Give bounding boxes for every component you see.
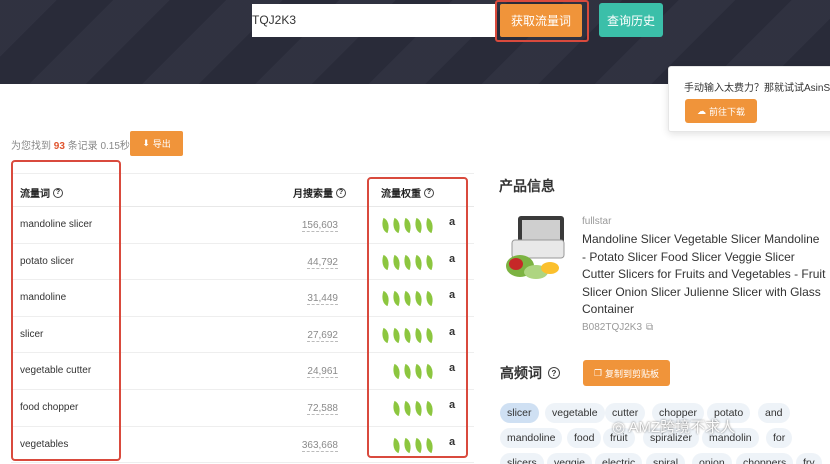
highlight-box-weight [367,177,468,458]
search-volume-cell[interactable]: 27,692 [307,330,338,342]
keyword-tag[interactable]: vegetable [545,403,605,423]
help-icon[interactable]: ? [548,367,560,379]
asin-search-input[interactable]: TQJ2K3 [252,4,496,37]
header-volume: 月搜索量 ? [293,185,346,200]
header-volume-label: 月搜索量 [293,189,333,200]
search-volume-cell[interactable]: 31,449 [307,293,338,306]
product-asin[interactable]: B082TQJ2K3 ⧉ [582,322,653,333]
search-volume-cell[interactable]: 156,603 [301,220,338,232]
keyword-tag[interactable]: onion [692,453,732,464]
watermark-text: AMZ跨境不求人 [628,419,736,436]
keyword-tag[interactable]: choppers [736,453,794,464]
highlight-box-keywords [11,160,121,461]
asin-text: B082TQJ2K3 [582,322,643,333]
promo-card: 手动输入太费力？那就试试AsinSee ☁ 前往下载 [668,66,830,132]
keyword-tag[interactable]: and [758,403,790,423]
query-history-button[interactable]: 查询历史 [599,3,663,37]
product-brand: fullstar [582,216,612,227]
product-section-title: 产品信息 [499,178,555,194]
download-icon: ⬇ [142,138,150,148]
export-button[interactable]: ⬇ 导出 [130,131,183,156]
keyword-tag[interactable]: electric [595,453,643,464]
keyword-tag[interactable]: fry [796,453,822,464]
search-volume-cell[interactable]: 24,961 [307,366,338,379]
download-button-label: 前往下载 [708,106,745,117]
promo-text: 手动输入太费力？那就试试AsinSee [684,83,830,94]
keyword-tag[interactable]: for [766,428,793,448]
copy-icon: ❐ [593,367,603,378]
wechat-icon: ◎ [612,419,626,436]
keyword-tag[interactable]: slicer [500,403,539,423]
keyword-tag[interactable]: veggie [547,453,592,464]
external-link-icon[interactable]: ⧉ [646,322,653,333]
search-volume-cell[interactable]: 44,792 [307,257,338,269]
keyword-tag[interactable]: slicers [500,453,544,464]
stats-prefix: 为您找到 [11,141,51,152]
download-button[interactable]: ☁ 前往下载 [685,99,757,123]
product-image [506,216,565,279]
stats-suffix: 条记录 0.15秒 [67,141,130,152]
keyword-tag[interactable]: food [567,428,602,448]
copy-button-label: 复制到剪贴板 [605,368,660,379]
keyword-tag[interactable]: spiral [646,453,686,464]
keyword-tag[interactable]: mandoline [500,428,563,448]
search-volume-cell[interactable]: 363,668 [301,440,338,452]
cloud-download-icon: ☁ [696,105,706,116]
search-volume-cell[interactable]: 72,588 [307,403,338,415]
high-frequency-label: 高频词 [500,365,542,381]
page: TQJ2K3 获取流量词 查询历史 手动输入太费力？那就试试AsinSee ☁ … [0,0,830,464]
result-stats: 为您找到 93 条记录 0.15秒 [11,137,130,152]
high-frequency-title: 高频词 ? [500,363,560,383]
export-button-label: 导出 [152,139,171,149]
stats-count: 93 [53,141,65,152]
product-title[interactable]: Mandoline Slicer Vegetable Slicer Mandol… [582,231,826,319]
copy-to-clipboard-button[interactable]: ❐ 复制到剪贴板 [583,360,670,386]
highlight-box-button [495,0,589,42]
help-icon[interactable]: ? [336,187,346,198]
watermark: ◎ AMZ跨境不求人 [612,416,735,437]
